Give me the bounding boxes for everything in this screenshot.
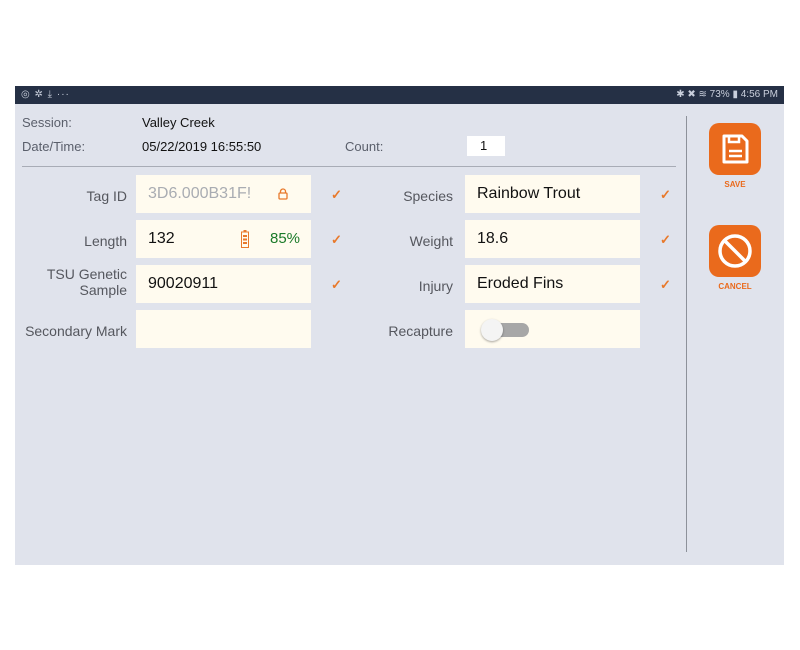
app-screen: ◎ ✲ ⤓ ··· ✱ ✖ ≋ 73% ▮ 4:56 PM Session: V… xyxy=(15,86,784,565)
length-value: 132 xyxy=(148,230,175,247)
length-label: Length xyxy=(84,233,127,249)
weight-check-icon: ✓ xyxy=(660,232,671,247)
status-right-info: ✱ ✖ ≋ 73% ▮ 4:56 PM xyxy=(676,89,778,100)
tag-id-field[interactable]: 3D6.000B31F! xyxy=(136,175,311,213)
save-icon xyxy=(722,134,749,164)
injury-label: Injury xyxy=(418,278,453,294)
length-field[interactable]: 132 85% xyxy=(136,220,311,258)
length-check-icon: ✓ xyxy=(331,232,342,247)
action-column-divider xyxy=(686,116,687,552)
lock-icon xyxy=(278,188,288,200)
session-value: Valley Creek xyxy=(142,115,215,130)
status-left-icons: ◎ ✲ ⤓ ··· xyxy=(21,89,70,100)
count-value[interactable]: 1 xyxy=(467,136,505,156)
tag-id-value: 3D6.000B31F! xyxy=(148,185,252,202)
tsu-genetic-label: TSU Genetic Sample xyxy=(15,266,127,298)
species-label: Species xyxy=(403,188,453,204)
battery-icon xyxy=(241,230,249,248)
status-bar: ◎ ✲ ⤓ ··· ✱ ✖ ≋ 73% ▮ 4:56 PM xyxy=(15,86,784,104)
tag-id-check-icon: ✓ xyxy=(331,187,342,202)
recapture-field xyxy=(465,310,640,348)
species-value: Rainbow Trout xyxy=(477,185,581,202)
cancel-button[interactable] xyxy=(709,225,761,277)
weight-value: 18.6 xyxy=(477,230,509,247)
secondary-mark-field[interactable] xyxy=(136,310,311,348)
save-button[interactable] xyxy=(709,123,761,175)
species-field[interactable]: Rainbow Trout xyxy=(465,175,640,213)
cancel-icon xyxy=(718,234,752,268)
session-label: Session: xyxy=(22,115,72,130)
save-label[interactable]: SAVE xyxy=(709,180,761,189)
secondary-mark-label: Secondary Mark xyxy=(25,323,127,339)
weight-label: Weight xyxy=(409,233,453,249)
cancel-label[interactable]: CANCEL xyxy=(709,282,761,291)
battery-percent: 85% xyxy=(270,230,301,247)
species-check-icon: ✓ xyxy=(660,187,671,202)
tsu-genetic-value: 90020911 xyxy=(148,275,218,292)
tsu-genetic-label-line1: TSU Genetic xyxy=(46,266,127,282)
tsu-genetic-field[interactable]: 90020911 xyxy=(136,265,311,303)
header-divider xyxy=(22,166,676,167)
datetime-label: Date/Time: xyxy=(22,139,86,154)
recapture-toggle-knob xyxy=(481,319,503,341)
tsu-genetic-check-icon: ✓ xyxy=(331,277,342,292)
datetime-value: 05/22/2019 16:55:50 xyxy=(142,139,262,154)
recapture-toggle[interactable] xyxy=(481,319,529,341)
tsu-genetic-label-line2: Sample xyxy=(79,282,127,298)
injury-check-icon: ✓ xyxy=(660,277,671,292)
injury-field[interactable]: Eroded Fins xyxy=(465,265,640,303)
weight-field[interactable]: 18.6 xyxy=(465,220,640,258)
recapture-label: Recapture xyxy=(388,323,453,339)
tag-id-label: Tag ID xyxy=(86,188,127,204)
injury-value: Eroded Fins xyxy=(477,275,564,292)
count-label: Count: xyxy=(345,139,384,154)
